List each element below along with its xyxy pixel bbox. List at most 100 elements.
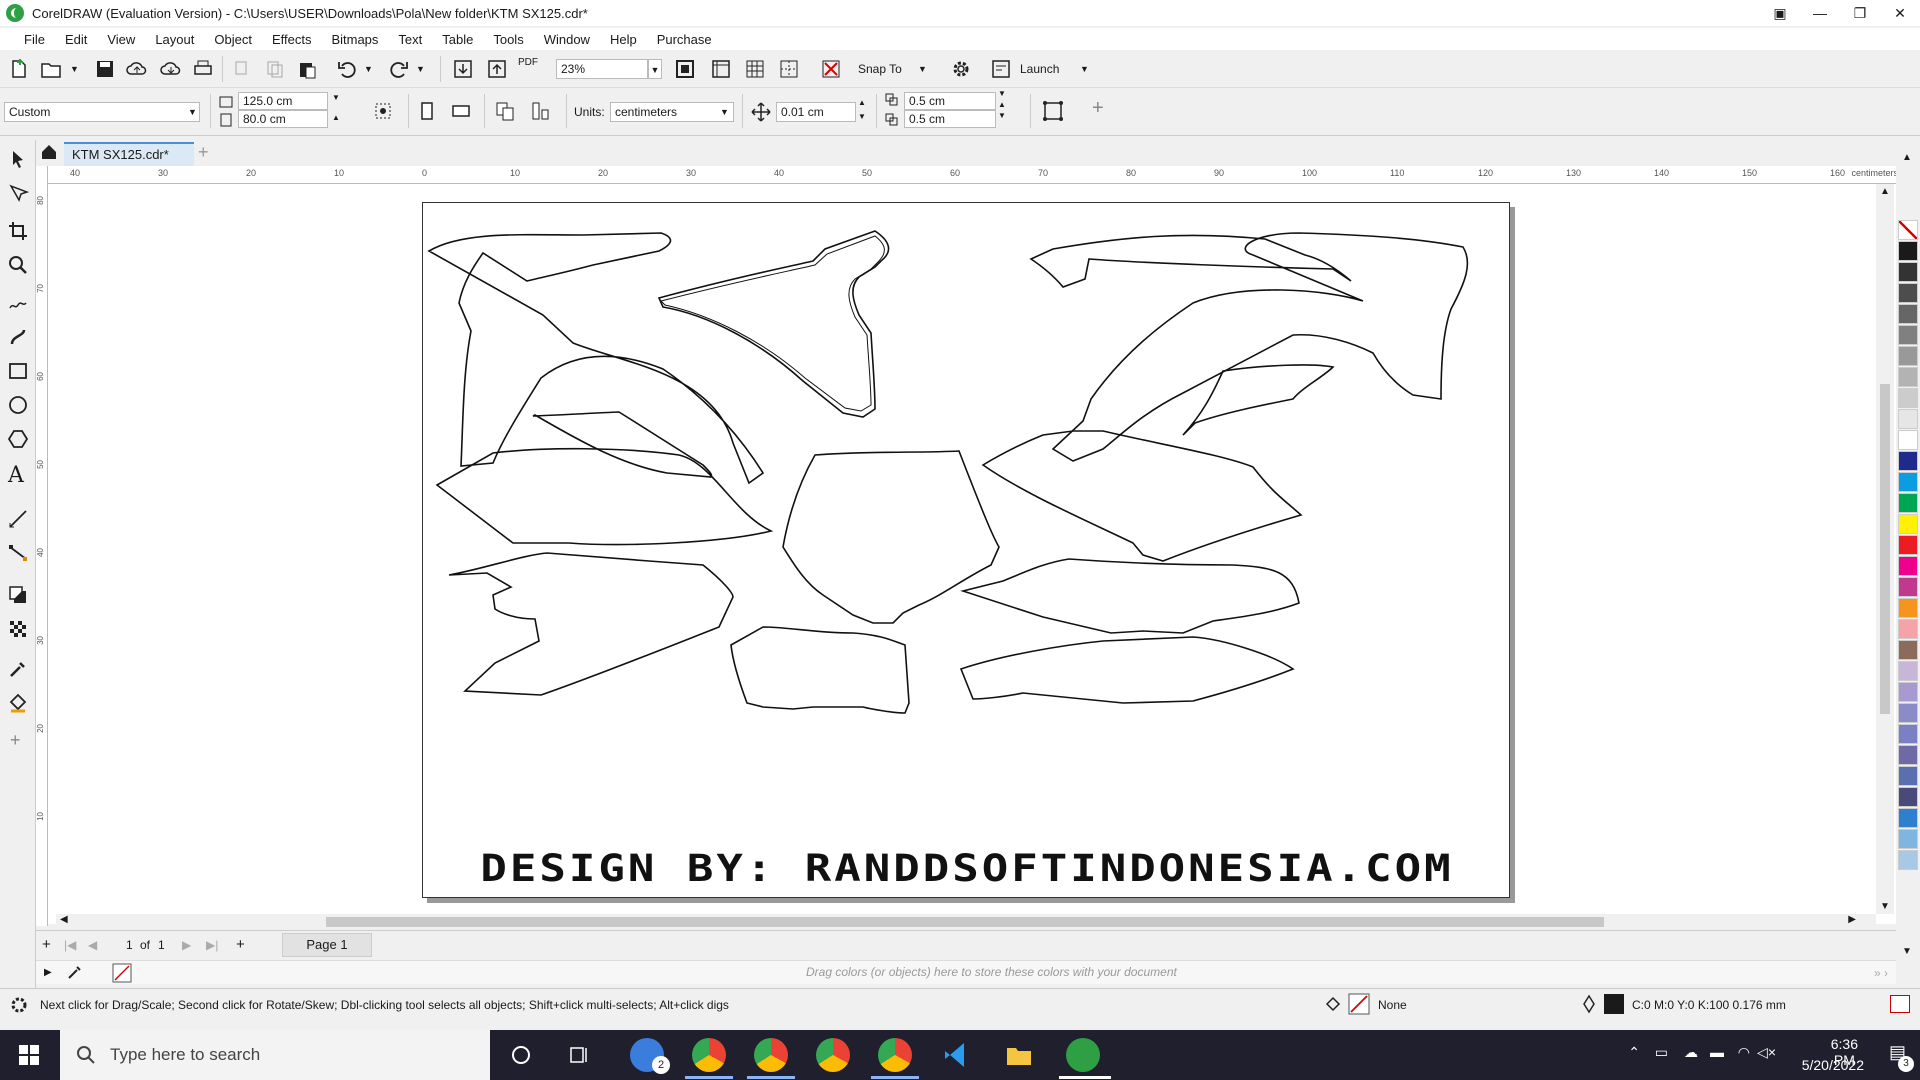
new-tab-icon[interactable]: +: [198, 142, 209, 162]
save-icon[interactable]: [94, 58, 116, 80]
transparency-tool-icon[interactable]: [7, 618, 29, 640]
page-orientation-lock-icon[interactable]: [372, 100, 394, 122]
menu-file[interactable]: File: [14, 32, 55, 47]
treat-as-filled-icon[interactable]: [1042, 100, 1064, 122]
redo-icon[interactable]: [388, 58, 410, 80]
polygon-tool-icon[interactable]: [7, 428, 29, 450]
add-page-after-icon[interactable]: +: [236, 935, 245, 955]
horizontal-scrollbar[interactable]: ◀ ▶: [56, 914, 1876, 930]
color-swatch[interactable]: [1898, 241, 1918, 261]
settings-gear-icon[interactable]: [950, 58, 972, 80]
vertical-scroll-thumb[interactable]: [1880, 384, 1890, 714]
color-swatch[interactable]: [1898, 577, 1918, 597]
menu-edit[interactable]: Edit: [55, 32, 97, 47]
zoom-dropdown-icon[interactable]: ▼: [648, 59, 662, 79]
color-swatch[interactable]: [1898, 556, 1918, 576]
eyedropper-icon[interactable]: [66, 963, 84, 981]
duplicate-distance-x-field[interactable]: 0.5 cm: [904, 92, 996, 110]
color-swatch[interactable]: [1898, 451, 1918, 471]
launch-button[interactable]: Launch: [1020, 59, 1059, 79]
onedrive-icon[interactable]: ☁: [1684, 1044, 1698, 1061]
menu-purchase[interactable]: Purchase: [647, 32, 722, 47]
color-swatch[interactable]: [1898, 640, 1918, 660]
close-button[interactable]: ✕: [1880, 0, 1920, 26]
current-page-icon[interactable]: [530, 100, 552, 122]
width-spinner[interactable]: ▼ ▲: [332, 88, 340, 128]
full-screen-preview-icon[interactable]: [674, 58, 696, 80]
document-tab[interactable]: KTM SX125.cdr*: [64, 142, 194, 166]
menu-tools[interactable]: Tools: [483, 32, 533, 47]
scroll-up-icon[interactable]: ▲: [1880, 186, 1890, 197]
first-page-icon[interactable]: |◀: [64, 935, 76, 955]
launch-icon[interactable]: [990, 58, 1012, 80]
color-swatch[interactable]: [1898, 682, 1918, 702]
taskbar-search-box[interactable]: Type here to search: [60, 1030, 490, 1080]
open-folder-icon[interactable]: [40, 58, 62, 80]
landscape-icon[interactable]: [450, 100, 472, 122]
vertical-ruler[interactable]: 80 70 60 50 40 30 20 10: [36, 166, 48, 926]
profile-icon[interactable]: ▣: [1760, 0, 1800, 26]
status-settings-gear-icon[interactable]: [8, 994, 30, 1016]
chrome-profile-4-icon[interactable]: [878, 1038, 912, 1072]
units-dropdown-icon[interactable]: ▼: [720, 102, 729, 122]
cloud-download-icon[interactable]: [160, 58, 182, 80]
file-explorer-icon[interactable]: [1004, 1040, 1034, 1070]
next-page-icon[interactable]: ▶: [182, 935, 191, 955]
export-icon[interactable]: [486, 58, 508, 80]
menu-layout[interactable]: Layout: [145, 32, 204, 47]
import-icon[interactable]: [452, 58, 474, 80]
document-page[interactable]: DESIGN BY: RANDDSOFTINDONESIA.COM: [422, 202, 1510, 898]
show-guidelines-icon[interactable]: [778, 58, 800, 80]
color-swatch[interactable]: [1898, 766, 1918, 786]
color-swatch[interactable]: [1898, 808, 1918, 828]
horizontal-ruler[interactable]: 40 30 20 10 0 10 20 30 40 50 60 70 80 90 100 110 120 130 1…: [46, 166, 1906, 184]
portrait-icon[interactable]: [416, 100, 438, 122]
minimize-button[interactable]: —: [1800, 0, 1840, 26]
color-swatch[interactable]: [1898, 472, 1918, 492]
eyedropper-tool-icon[interactable]: [7, 658, 29, 680]
connector-tool-icon[interactable]: [7, 542, 29, 564]
color-swatch[interactable]: [1898, 367, 1918, 387]
color-swatch[interactable]: [1898, 388, 1918, 408]
redo-dropdown-icon[interactable]: ▼: [416, 59, 425, 79]
page-preset-dropdown-icon[interactable]: ▼: [188, 102, 197, 122]
no-color-swatch-icon[interactable]: [112, 963, 132, 983]
publish-pdf-button[interactable]: PDF: [518, 53, 538, 73]
paste-icon[interactable]: [296, 58, 318, 80]
color-swatch[interactable]: [1898, 346, 1918, 366]
color-swatch[interactable]: [1898, 262, 1918, 282]
wifi-icon[interactable]: ◠: [1738, 1044, 1750, 1061]
snap-to-dropdown-icon[interactable]: ▼: [918, 59, 927, 79]
open-dropdown-icon[interactable]: ▼: [70, 59, 79, 79]
horizontal-scroll-thumb[interactable]: [326, 917, 1604, 927]
design-credit-text[interactable]: DESIGN BY: RANDDSOFTINDONESIA.COM: [423, 847, 1511, 890]
add-toolbar-icon[interactable]: +: [1092, 98, 1104, 118]
freehand-tool-icon[interactable]: [7, 292, 29, 314]
shape-tool-icon[interactable]: [7, 182, 29, 204]
previous-page-icon[interactable]: ◀: [88, 935, 97, 955]
color-swatch[interactable]: [1898, 409, 1918, 429]
menu-help[interactable]: Help: [600, 32, 647, 47]
color-swatch[interactable]: [1898, 661, 1918, 681]
chrome-profile-3-icon[interactable]: [816, 1038, 850, 1072]
chrome-profile-2-icon[interactable]: [754, 1038, 788, 1072]
document-palette-scroll-icon[interactable]: » ›: [1874, 963, 1888, 983]
duplicate-spinner[interactable]: ▼ ▲ ▼: [998, 88, 1006, 121]
rectangle-tool-icon[interactable]: [7, 360, 29, 382]
fill-none-swatch-icon[interactable]: [1348, 993, 1370, 1015]
color-swatch[interactable]: [1898, 724, 1918, 744]
menu-bitmaps[interactable]: Bitmaps: [321, 32, 388, 47]
decal-pattern-drawing[interactable]: [423, 203, 1511, 843]
page-preset-select[interactable]: Custom: [4, 102, 200, 122]
fill-bucket-icon[interactable]: [1324, 994, 1344, 1014]
battery-icon[interactable]: ▬: [1710, 1044, 1724, 1060]
windows-start-icon[interactable]: [18, 1044, 40, 1066]
cortana-icon[interactable]: [510, 1044, 532, 1066]
color-swatch[interactable]: [1898, 493, 1918, 513]
color-swatch[interactable]: [1898, 220, 1918, 240]
page-tab[interactable]: Page 1: [282, 933, 372, 957]
scroll-down-icon[interactable]: ▼: [1880, 901, 1890, 912]
undo-icon[interactable]: [336, 58, 358, 80]
welcome-home-icon[interactable]: [40, 143, 58, 161]
show-rulers-icon[interactable]: [710, 58, 732, 80]
